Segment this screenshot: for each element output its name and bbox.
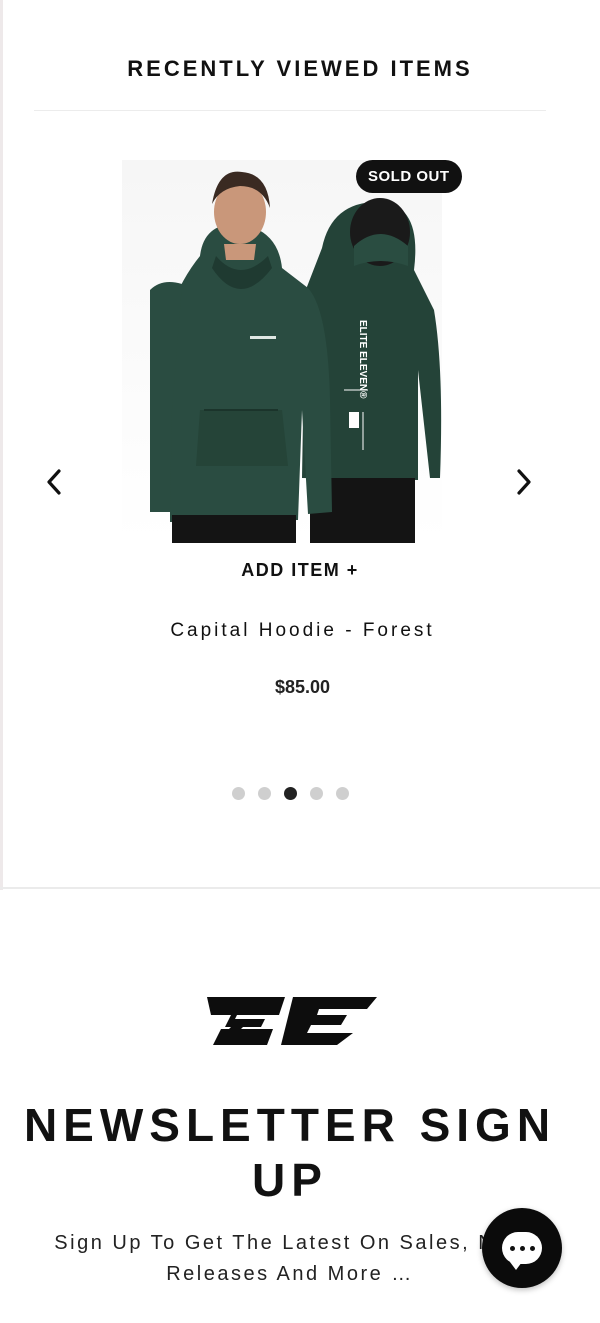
chat-bubble-icon <box>502 1232 542 1270</box>
chevron-right-icon <box>517 469 531 495</box>
section-divider <box>0 887 600 889</box>
hoodie-print-text: ELITE ELEVEN® <box>357 320 368 399</box>
pagination-dot[interactable] <box>309 787 323 800</box>
carousel-pagination <box>0 787 580 800</box>
chat-button[interactable] <box>482 1208 562 1288</box>
pagination-dot[interactable] <box>335 787 349 800</box>
sold-out-badge: SOLD OUT <box>356 160 462 193</box>
pagination-dot[interactable] <box>231 787 245 800</box>
newsletter-subtitle: Sign Up To Get The Latest On Sales, New … <box>54 1232 526 1285</box>
product-name-link[interactable]: Capital Hoodie - Forest <box>0 620 600 642</box>
title-divider <box>34 110 546 111</box>
carousel-prev-button[interactable] <box>34 462 74 502</box>
newsletter-title: NEWSLETTER SIGN UP <box>23 1099 557 1206</box>
product-price: $85.00 <box>274 677 331 697</box>
chevron-left-icon <box>47 469 61 495</box>
product-image[interactable]: ELITE ELEVEN® <box>122 160 442 543</box>
recently-viewed-carousel: ELITE ELEVEN® SOLD OUT ADD ITEM + Capita… <box>0 150 600 810</box>
recently-viewed-title: RECENTLY VIEWED ITEMS <box>127 56 473 81</box>
hoodie-photo: ELITE ELEVEN® <box>150 171 442 543</box>
pagination-dot-active[interactable] <box>283 787 297 800</box>
add-item-button[interactable]: ADD ITEM + <box>0 560 600 581</box>
carousel-next-button[interactable] <box>504 462 544 502</box>
elite-eleven-logo <box>207 997 377 1045</box>
pagination-dot[interactable] <box>257 787 271 800</box>
